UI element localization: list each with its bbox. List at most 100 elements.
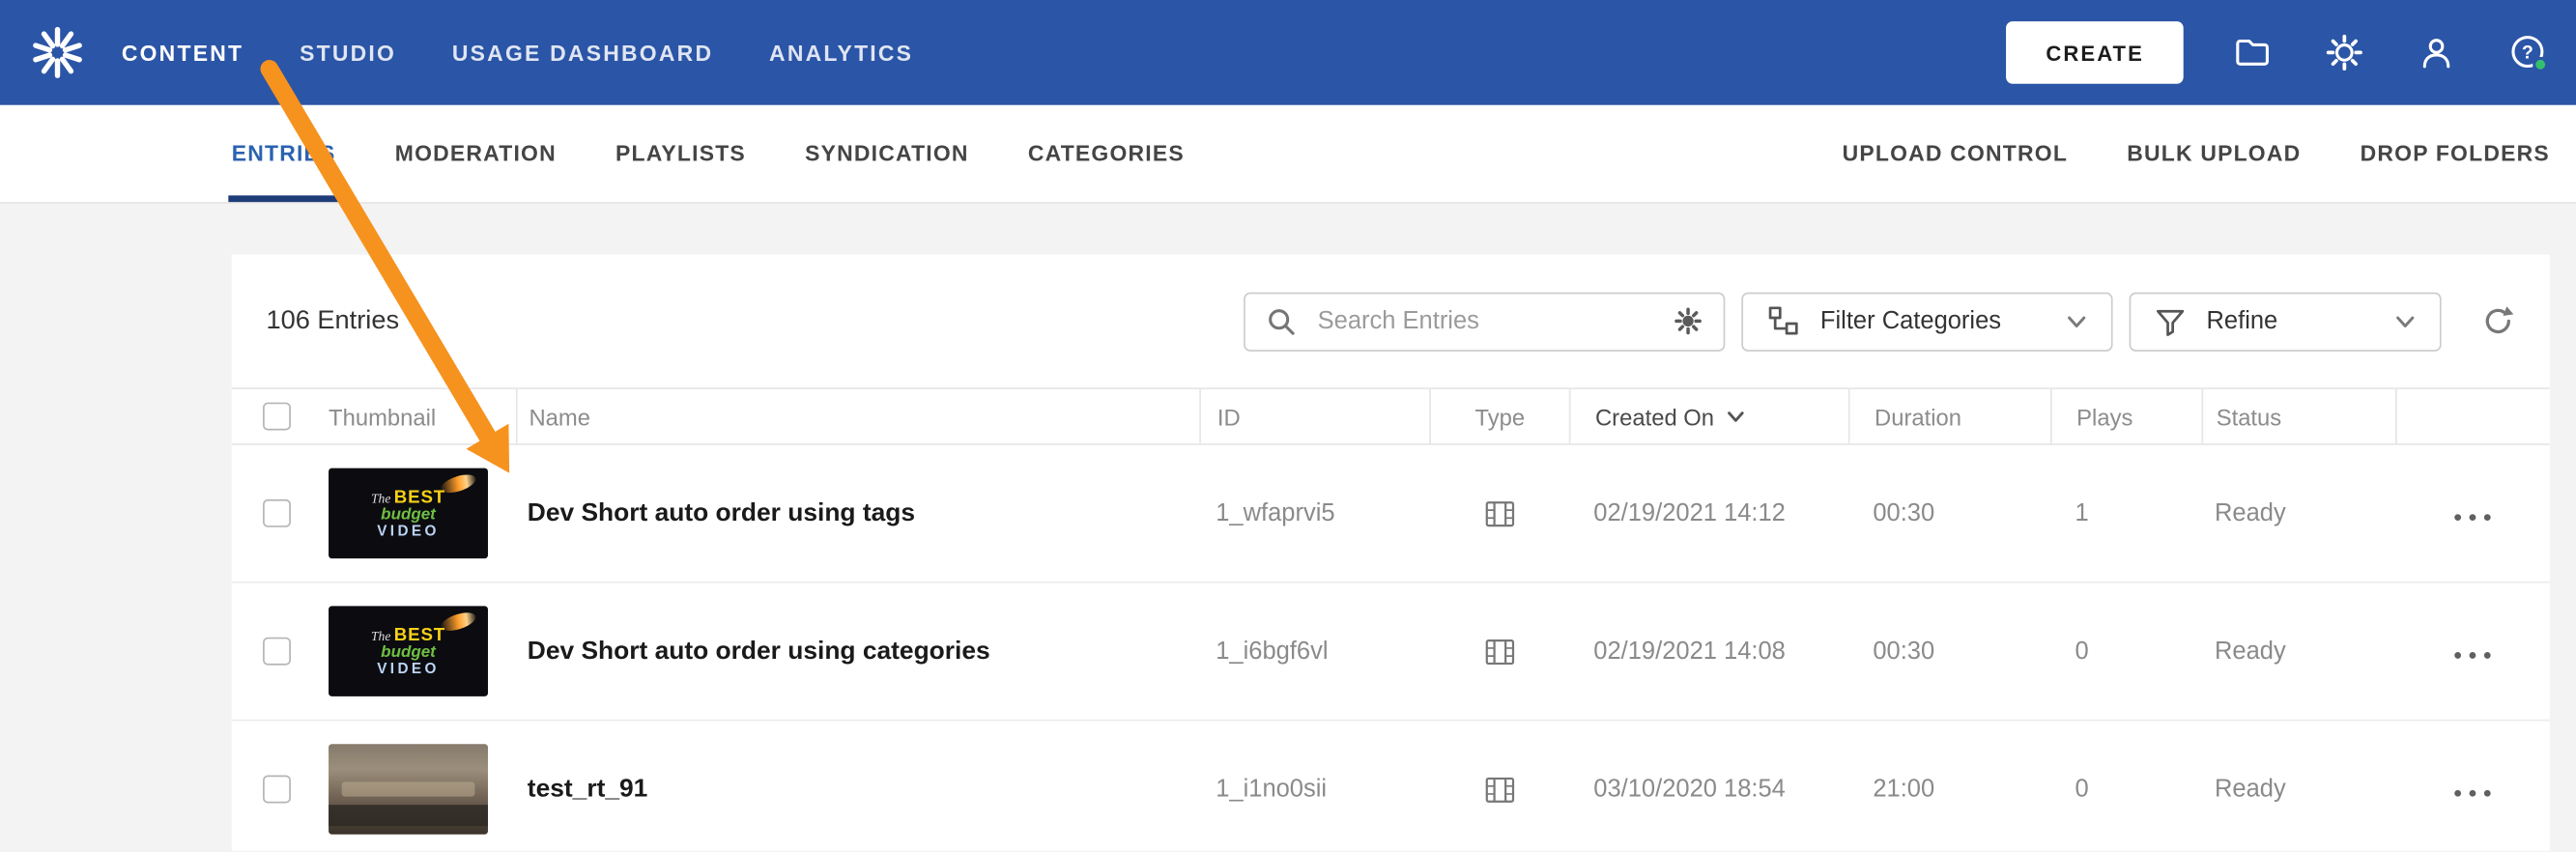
ellipsis-icon bbox=[2450, 776, 2495, 804]
select-all-checkbox[interactable] bbox=[263, 402, 291, 431]
row-actions-button[interactable] bbox=[2395, 721, 2550, 850]
row-checkbox[interactable] bbox=[263, 498, 291, 527]
tab-syndication[interactable]: SYNDICATION bbox=[805, 105, 969, 202]
thumbnail-cell bbox=[304, 721, 516, 850]
svg-text:?: ? bbox=[2522, 43, 2533, 64]
table-header: Thumbnail Name ID Type Created On Durati… bbox=[231, 387, 2550, 445]
entry-name[interactable]: Dev Short auto order using tags bbox=[516, 445, 1199, 582]
row-checkbox[interactable] bbox=[263, 775, 291, 804]
entry-plays: 0 bbox=[2075, 637, 2089, 666]
col-name: Name bbox=[515, 388, 1199, 444]
video-type-icon bbox=[1484, 500, 1514, 526]
entry-status: Ready bbox=[2215, 775, 2286, 804]
col-id: ID bbox=[1199, 388, 1429, 444]
topnav-item-analytics[interactable]: ANALYTICS bbox=[769, 41, 913, 66]
categories-tree-icon bbox=[1768, 306, 1798, 335]
entry-id: 1_i6bgf6vl bbox=[1216, 637, 1329, 666]
kmc-app: CONTENT STUDIO USAGE DASHBOARD ANALYTICS… bbox=[0, 0, 2576, 852]
entry-type-cell bbox=[1429, 445, 1569, 582]
thumb-text: The bbox=[370, 490, 391, 505]
table-row[interactable]: The BEST budget VIDEO Dev Short auto ord… bbox=[231, 445, 2550, 583]
col-thumbnail: Thumbnail bbox=[329, 403, 437, 430]
col-plays: Plays bbox=[2049, 388, 2201, 444]
toolbar-controls: Filter Categories Refine bbox=[1244, 291, 2515, 352]
search-settings-gear-icon bbox=[1674, 307, 1702, 335]
entries-count: 106 Entries bbox=[266, 306, 400, 335]
row-checkbox[interactable] bbox=[263, 637, 291, 666]
entry-type-cell bbox=[1429, 721, 1569, 850]
settings-button[interactable] bbox=[2325, 33, 2364, 72]
entry-created-on: 02/19/2021 14:08 bbox=[1593, 637, 1786, 666]
thumb-text: VIDEO bbox=[377, 659, 440, 676]
online-status-dot bbox=[2533, 56, 2549, 72]
row-actions-button[interactable] bbox=[2395, 445, 2550, 582]
topnav-item-studio[interactable]: STUDIO bbox=[300, 41, 396, 66]
thumb-text-line: The BEST bbox=[371, 487, 445, 507]
entry-name[interactable]: Dev Short auto order using categories bbox=[516, 583, 1199, 720]
account-button[interactable] bbox=[2417, 33, 2456, 72]
ellipsis-icon bbox=[2450, 499, 2495, 527]
tab-entries[interactable]: ENTRIES bbox=[228, 105, 340, 203]
col-actions bbox=[2395, 388, 2550, 444]
entry-plays: 0 bbox=[2075, 775, 2089, 804]
topnav-item-usage-dashboard[interactable]: USAGE DASHBOARD bbox=[452, 41, 713, 66]
comet-graphic bbox=[439, 470, 478, 497]
search-box[interactable] bbox=[1244, 291, 1726, 352]
entry-duration: 00:30 bbox=[1873, 498, 1935, 527]
kaltura-logo[interactable] bbox=[30, 25, 86, 81]
create-button[interactable]: CREATE bbox=[2006, 21, 2184, 84]
thumbnail-cell: The BEST budget VIDEO bbox=[304, 583, 516, 720]
entry-status: Ready bbox=[2215, 637, 2286, 666]
col-created-on-label: Created On bbox=[1594, 403, 1715, 430]
topnav-item-content[interactable]: CONTENT bbox=[122, 41, 243, 66]
link-upload-control[interactable]: UPLOAD CONTROL bbox=[1843, 141, 2068, 166]
entry-created-on: 02/19/2021 14:12 bbox=[1593, 498, 1786, 527]
folder-icon bbox=[2236, 39, 2269, 66]
row-checkbox-cell bbox=[232, 583, 304, 720]
entry-thumbnail[interactable] bbox=[329, 744, 488, 835]
entry-duration: 00:30 bbox=[1873, 637, 1935, 666]
entry-name[interactable]: test_rt_91 bbox=[516, 721, 1199, 850]
folders-button[interactable] bbox=[2233, 33, 2273, 72]
col-created-on[interactable]: Created On bbox=[1568, 388, 1848, 444]
user-icon bbox=[2422, 39, 2450, 69]
row-actions-button[interactable] bbox=[2395, 583, 2550, 720]
tab-categories[interactable]: CATEGORIES bbox=[1028, 105, 1185, 202]
table-row[interactable]: The BEST budget VIDEO Dev Short auto ord… bbox=[231, 583, 2550, 722]
thumb-text: The bbox=[370, 628, 391, 643]
tab-moderation[interactable]: MODERATION bbox=[395, 105, 557, 202]
chevron-down-icon bbox=[2068, 315, 2086, 327]
col-type: Type bbox=[1429, 388, 1569, 444]
topbar-right-cluster: CREATE ? bbox=[2006, 21, 2576, 84]
thumb-text-line: The BEST bbox=[371, 625, 445, 645]
filter-categories-dropdown[interactable]: Filter Categories bbox=[1741, 291, 2113, 352]
thumb-text: VIDEO bbox=[377, 522, 440, 539]
thumb-text: BEST bbox=[393, 624, 446, 645]
link-drop-folders[interactable]: DROP FOLDERS bbox=[2361, 141, 2550, 166]
tab-playlists[interactable]: PLAYLISTS bbox=[615, 105, 746, 202]
sort-desc-icon bbox=[1728, 411, 1745, 421]
help-icon: ? bbox=[2511, 36, 2549, 72]
thumbnail-cell: The BEST budget VIDEO bbox=[304, 445, 516, 582]
refresh-icon bbox=[2485, 306, 2514, 334]
refine-dropdown[interactable]: Refine bbox=[2129, 291, 2442, 352]
refresh-button[interactable] bbox=[2480, 304, 2515, 339]
gear-icon bbox=[2326, 34, 2362, 71]
entry-type-cell bbox=[1429, 583, 1569, 720]
entry-thumbnail[interactable]: The BEST budget VIDEO bbox=[329, 606, 488, 696]
entries-card: 106 Entries Search Entries Filter Catego… bbox=[231, 254, 2550, 851]
search-icon bbox=[1269, 308, 1295, 334]
thumb-text: budget bbox=[381, 505, 436, 524]
refine-label: Refine bbox=[2206, 306, 2278, 335]
table-row[interactable]: test_rt_91 1_i1no0sii 03/10/2020 18:54 2… bbox=[232, 721, 2550, 850]
chevron-down-icon bbox=[2396, 315, 2415, 327]
help-button[interactable]: ? bbox=[2508, 33, 2549, 72]
funnel-icon bbox=[2156, 308, 2185, 336]
table-body: The BEST budget VIDEO Dev Short auto ord… bbox=[231, 445, 2550, 851]
entry-duration: 21:00 bbox=[1873, 775, 1935, 804]
link-bulk-upload[interactable]: BULK UPLOAD bbox=[2127, 141, 2301, 166]
search-settings-button[interactable] bbox=[1673, 305, 1703, 336]
search-input[interactable] bbox=[1314, 305, 1673, 337]
entry-thumbnail[interactable]: The BEST budget VIDEO bbox=[329, 468, 488, 559]
entry-id: 1_i1no0sii bbox=[1216, 775, 1328, 804]
